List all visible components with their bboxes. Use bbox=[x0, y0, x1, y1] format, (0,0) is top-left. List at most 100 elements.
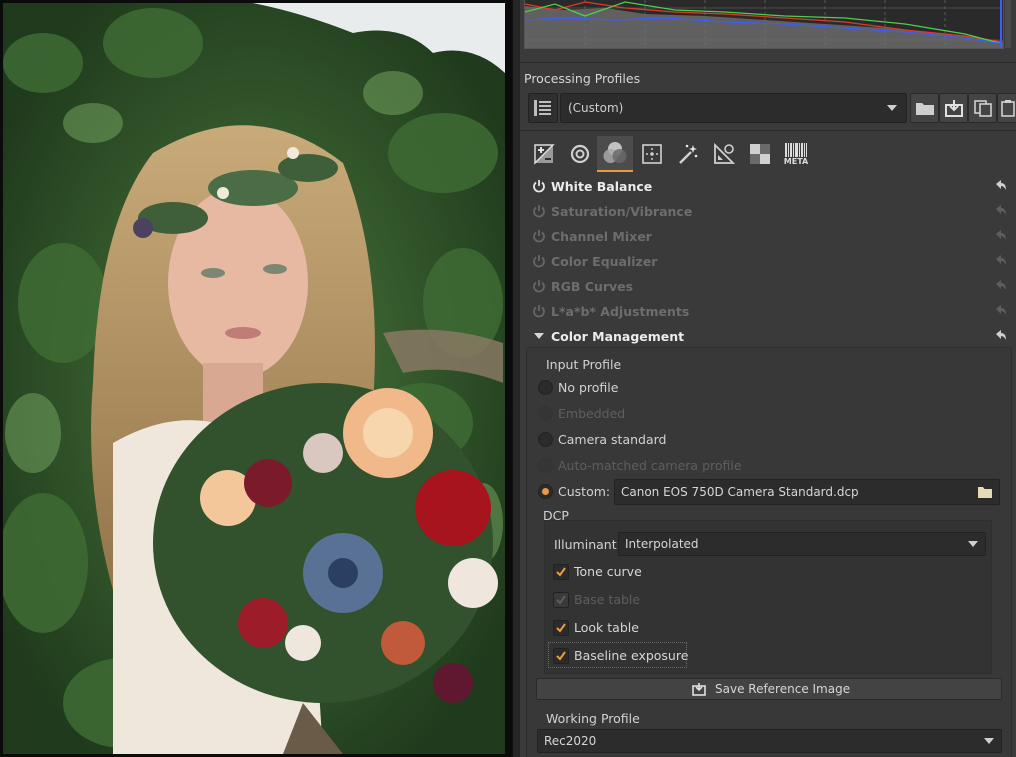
radio-no-profile[interactable] bbox=[538, 380, 553, 395]
custom-profile-filename: Canon EOS 750D Camera Standard.dcp bbox=[621, 485, 859, 499]
save-reference-image-button[interactable]: Save Reference Image bbox=[536, 678, 1002, 700]
working-profile-select[interactable]: Rec2020 bbox=[537, 729, 1002, 753]
profile-select-value: (Custom) bbox=[568, 101, 624, 115]
tool-label: White Balance bbox=[551, 179, 653, 194]
tab-raw[interactable] bbox=[670, 136, 706, 172]
profile-select[interactable]: (Custom) bbox=[560, 93, 907, 123]
tool-saturation-vibrance[interactable]: Saturation/Vibrance bbox=[526, 201, 1012, 223]
tab-lens[interactable] bbox=[706, 136, 742, 172]
check-icon bbox=[556, 623, 566, 633]
input-profile-title: Input Profile bbox=[546, 357, 622, 372]
tab-exposure[interactable] bbox=[526, 136, 562, 172]
radio-camera-standard[interactable] bbox=[538, 432, 553, 447]
open-profile-button[interactable] bbox=[910, 93, 939, 123]
radio-label: Embedded bbox=[558, 406, 626, 421]
radio-embedded[interactable] bbox=[538, 406, 553, 421]
checkbox-baseline-exposure[interactable] bbox=[553, 648, 569, 664]
working-profile-value: Rec2020 bbox=[544, 734, 597, 748]
copy-profile-icon bbox=[973, 100, 992, 117]
checkbox-label: Look table bbox=[574, 620, 639, 635]
tool-label: Channel Mixer bbox=[551, 229, 652, 244]
color-management-panel: Input Profile No profile Embedded Camera… bbox=[526, 347, 1012, 757]
detail-tab-icon bbox=[570, 144, 590, 164]
tool-label: RGB Curves bbox=[551, 279, 634, 294]
reset-icon[interactable] bbox=[994, 254, 1008, 266]
chevron-down-icon bbox=[984, 738, 994, 744]
profile-list-button[interactable] bbox=[528, 93, 558, 123]
radio-label: No profile bbox=[558, 380, 619, 395]
tool-label: Saturation/Vibrance bbox=[551, 204, 693, 219]
transform-tab-icon bbox=[642, 144, 662, 164]
radio-label: Auto-matched camera profile bbox=[558, 458, 742, 473]
checkbox-tone-curve[interactable] bbox=[553, 564, 569, 580]
tool-white-balance[interactable]: White Balance bbox=[526, 176, 1012, 198]
separator bbox=[520, 130, 1016, 131]
save-profile-icon bbox=[944, 100, 963, 117]
histogram[interactable] bbox=[524, 0, 1004, 49]
power-icon[interactable] bbox=[532, 304, 546, 318]
save-profile-button[interactable] bbox=[939, 93, 968, 123]
save-reference-label: Save Reference Image bbox=[715, 682, 851, 696]
checkbox-label: Base table bbox=[574, 592, 641, 607]
exposure-tab-icon bbox=[534, 144, 555, 165]
radio-auto-matched[interactable] bbox=[538, 458, 553, 473]
radio-custom[interactable] bbox=[538, 484, 553, 499]
checkbox-base-table[interactable] bbox=[553, 592, 569, 608]
tool-channel-mixer[interactable]: Channel Mixer bbox=[526, 226, 1012, 248]
check-icon bbox=[556, 651, 566, 661]
paste-profile-icon bbox=[1001, 100, 1015, 117]
power-icon[interactable] bbox=[532, 179, 546, 193]
power-icon[interactable] bbox=[532, 204, 546, 218]
color-tab-icon bbox=[603, 142, 627, 163]
radio-label: Custom: bbox=[558, 484, 611, 499]
power-icon[interactable] bbox=[532, 254, 546, 268]
illuminant-select[interactable]: Interpolated bbox=[618, 532, 986, 556]
expander-triangle-icon[interactable] bbox=[532, 329, 546, 343]
photo-canvas bbox=[3, 3, 505, 754]
folder-icon bbox=[978, 487, 992, 498]
raw-tab-icon bbox=[679, 144, 698, 164]
tool-tabs: META bbox=[524, 136, 1014, 174]
custom-profile-file-chooser[interactable]: Canon EOS 750D Camera Standard.dcp bbox=[614, 479, 1000, 505]
reset-icon[interactable] bbox=[994, 304, 1008, 316]
illuminant-label: Illuminant: bbox=[554, 537, 621, 552]
copy-profile-button[interactable] bbox=[968, 93, 997, 123]
tab-transform[interactable] bbox=[634, 136, 670, 172]
save-icon bbox=[692, 683, 706, 696]
checkbox-look-table[interactable] bbox=[553, 620, 569, 636]
open-folder-icon bbox=[915, 103, 934, 115]
locallab-tab-icon bbox=[750, 144, 770, 164]
reset-icon[interactable] bbox=[994, 329, 1008, 341]
separator bbox=[520, 62, 1016, 63]
reset-icon[interactable] bbox=[994, 204, 1008, 216]
lens-tab-icon bbox=[714, 142, 736, 164]
tool-lab-adjustments[interactable]: L*a*b* Adjustments bbox=[526, 301, 1012, 323]
tool-color-management[interactable]: Color Management bbox=[526, 326, 1012, 348]
tool-color-equalizer[interactable]: Color Equalizer bbox=[526, 251, 1012, 273]
tab-locallab[interactable] bbox=[742, 136, 778, 172]
illuminant-value: Interpolated bbox=[625, 537, 699, 551]
histogram-scrollbar[interactable] bbox=[1005, 0, 1011, 48]
power-icon[interactable] bbox=[532, 279, 546, 293]
tab-detail[interactable] bbox=[562, 136, 598, 172]
image-preview[interactable] bbox=[0, 0, 512, 757]
reset-icon[interactable] bbox=[994, 229, 1008, 241]
check-icon bbox=[556, 595, 566, 605]
check-icon bbox=[556, 567, 566, 577]
power-icon[interactable] bbox=[532, 229, 546, 243]
chevron-down-icon bbox=[887, 105, 897, 111]
tool-label: Color Management bbox=[551, 329, 685, 344]
reset-icon[interactable] bbox=[994, 179, 1008, 191]
tab-meta[interactable]: META bbox=[778, 136, 814, 172]
paste-profile-button[interactable] bbox=[997, 93, 1016, 123]
tool-rgb-curves[interactable]: RGB Curves bbox=[526, 276, 1012, 298]
working-profile-title: Working Profile bbox=[546, 711, 640, 726]
chevron-down-icon bbox=[968, 541, 978, 547]
tab-color[interactable] bbox=[597, 136, 633, 172]
checkbox-label: Tone curve bbox=[574, 564, 642, 579]
checkbox-label: Baseline exposure bbox=[574, 648, 689, 663]
reset-icon[interactable] bbox=[994, 279, 1008, 291]
meta-tab-label: META bbox=[783, 156, 809, 166]
profile-list-icon bbox=[534, 100, 551, 116]
processing-profiles-label: Processing Profiles bbox=[524, 71, 641, 86]
